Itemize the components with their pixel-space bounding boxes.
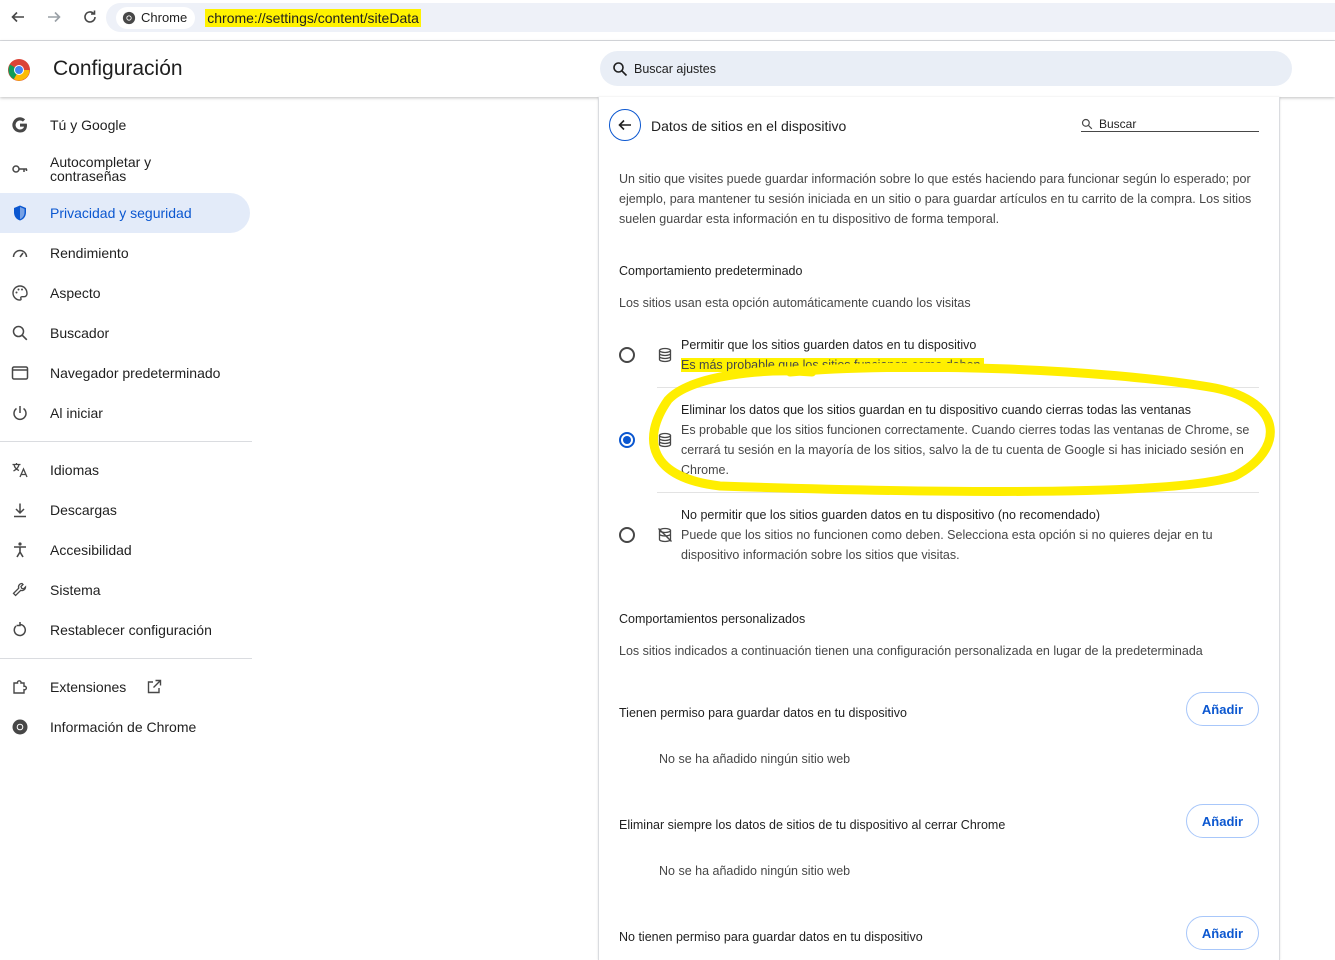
sidebar-item-reset[interactable]: Restablecer configuración bbox=[0, 610, 252, 650]
sidebar-item-label: Restablecer configuración bbox=[50, 622, 212, 638]
puzzle-icon bbox=[13, 680, 28, 694]
sidebar-item-appearance[interactable]: Aspecto bbox=[0, 273, 252, 313]
database-icon bbox=[658, 347, 672, 363]
search-icon bbox=[613, 61, 628, 76]
sidebar-item-label: Autocompletar y contraseñas bbox=[50, 154, 152, 184]
sidebar-item-autofill[interactable]: Autocompletar y contraseñas bbox=[0, 145, 252, 193]
sidebar-item-accessibility[interactable]: Accesibilidad bbox=[0, 530, 252, 570]
speedometer-icon bbox=[12, 249, 28, 258]
settings-search-input[interactable]: Buscar ajustes bbox=[600, 51, 1292, 86]
wrench-icon bbox=[12, 582, 27, 597]
sidebar-item-label: Navegador predeterminado bbox=[50, 365, 221, 381]
google-g-icon bbox=[12, 117, 27, 133]
option-allow-title: Permitir que los sitios guarden datos en… bbox=[681, 338, 977, 352]
site-chip-label: Chrome bbox=[141, 10, 188, 25]
site-data-card: Datos de sitios en el dispositivo Buscar… bbox=[598, 97, 1280, 960]
palette-icon bbox=[12, 285, 28, 301]
page-title: Configuración bbox=[53, 57, 183, 80]
sidebar-item-languages[interactable]: Idiomas bbox=[0, 450, 252, 490]
sidebar-item-label: Rendimiento bbox=[50, 245, 129, 261]
url-text[interactable]: chrome://settings/content/siteData bbox=[205, 8, 421, 27]
allowed-list-empty: No se ha añadido ningún sitio web bbox=[659, 752, 851, 766]
sidebar-item-label: Privacidad y seguridad bbox=[50, 205, 192, 221]
translate-icon bbox=[12, 463, 28, 478]
option-divider bbox=[657, 387, 1259, 388]
radio-clear-on-exit[interactable] bbox=[619, 432, 635, 448]
sidebar-item-system[interactable]: Sistema bbox=[0, 570, 252, 610]
sidebar-item-label: Sistema bbox=[50, 582, 101, 598]
chrome-logo-icon bbox=[8, 59, 30, 81]
back-button[interactable] bbox=[609, 109, 641, 141]
option-clear-title: Eliminar los datos que los sitios guarda… bbox=[681, 403, 1192, 417]
browser-toolbar: Chrome chrome://settings/content/siteDat… bbox=[0, 0, 1335, 34]
search-placeholder: Buscar ajustes bbox=[634, 61, 716, 76]
reload-icon[interactable] bbox=[72, 0, 108, 34]
sidebar-item-search-engine[interactable]: Buscador bbox=[0, 313, 252, 353]
back-arrow-icon bbox=[618, 119, 631, 131]
site-chip[interactable]: Chrome bbox=[116, 6, 196, 29]
key-icon bbox=[12, 165, 28, 173]
accessibility-icon bbox=[14, 542, 26, 558]
blocked-list-label: No tienen permiso para guardar datos en … bbox=[619, 930, 923, 944]
clear-on-exit-list-empty: No se ha añadido ningún sitio web bbox=[659, 864, 851, 878]
option-divider bbox=[657, 492, 1259, 493]
add-allowed-button[interactable]: Añadir bbox=[1186, 692, 1259, 726]
chrome-icon bbox=[122, 11, 136, 24]
highlighted-text: Es más probable que los sitios funcionen… bbox=[681, 358, 984, 372]
sidebar-item-label: Extensiones bbox=[50, 679, 127, 695]
sidebar-item-label: Buscador bbox=[50, 325, 110, 341]
sidebar-item-label: Accesibilidad bbox=[50, 542, 132, 558]
sidebar-item-label: Descargas bbox=[50, 502, 117, 518]
sidebar-item-label: Idiomas bbox=[50, 462, 100, 478]
sidebar-item-label: Aspecto bbox=[50, 285, 101, 301]
search-icon bbox=[1081, 118, 1093, 129]
back-arrow-icon[interactable] bbox=[0, 0, 36, 34]
sidebar-item-label: Al iniciar bbox=[50, 405, 103, 421]
subpage-title: Datos de sitios en el dispositivo bbox=[651, 118, 847, 134]
allowed-list-label: Tienen permiso para guardar datos en tu … bbox=[619, 706, 907, 720]
subpage-search-input[interactable]: Buscar bbox=[1081, 116, 1259, 132]
sidebar-item-you-and-google[interactable]: Tú y Google bbox=[0, 105, 252, 145]
add-clear-on-exit-button[interactable]: Añadir bbox=[1186, 804, 1259, 838]
sidebar-divider bbox=[0, 441, 252, 442]
shield-icon bbox=[14, 205, 26, 221]
browser-window-icon bbox=[11, 366, 29, 380]
default-behavior-heading: Comportamiento predeterminado bbox=[619, 264, 803, 278]
intro-text: Un sitio que visites puede guardar infor… bbox=[619, 172, 1252, 226]
settings-header: Configuración Buscar ajustes bbox=[0, 41, 1335, 97]
sidebar-item-on-startup[interactable]: Al iniciar bbox=[0, 393, 252, 433]
add-blocked-button[interactable]: Añadir bbox=[1186, 916, 1259, 950]
power-icon bbox=[13, 406, 27, 421]
external-link-icon[interactable] bbox=[146, 679, 162, 695]
address-bar[interactable]: Chrome chrome://settings/content/siteDat… bbox=[106, 3, 1335, 32]
search-icon bbox=[12, 325, 28, 341]
option-clear-desc: Es probable que los sitios funcionen cor… bbox=[681, 423, 1250, 477]
sidebar: Tú y Google Autocompletar y contraseñas … bbox=[0, 105, 252, 747]
option-allow-desc: Es más probable que los sitios funcionen… bbox=[681, 355, 1261, 375]
sidebar-item-extensions[interactable]: Extensiones bbox=[0, 667, 252, 707]
sidebar-item-downloads[interactable]: Descargas bbox=[0, 490, 252, 530]
default-behavior-desc: Los sitios usan esta opción automáticame… bbox=[619, 296, 971, 310]
sidebar-item-about-chrome[interactable]: Información de Chrome bbox=[0, 707, 252, 747]
subpage-search-placeholder: Buscar bbox=[1099, 116, 1137, 131]
sidebar-item-performance[interactable]: Rendimiento bbox=[0, 233, 252, 273]
sidebar-item-default-browser[interactable]: Navegador predeterminado bbox=[0, 353, 252, 393]
custom-behaviors-desc: Los sitios indicados a continuación tien… bbox=[619, 644, 1203, 658]
sidebar-item-privacy[interactable]: Privacidad y seguridad bbox=[0, 193, 250, 233]
database-icon bbox=[658, 432, 672, 448]
radio-allow[interactable] bbox=[619, 347, 635, 363]
reset-icon bbox=[13, 622, 26, 637]
option-block-title: No permitir que los sitios guarden datos… bbox=[681, 508, 1100, 522]
database-off-icon bbox=[658, 527, 672, 543]
chrome-icon bbox=[12, 719, 28, 735]
forward-arrow-icon[interactable] bbox=[36, 0, 72, 34]
sidebar-divider bbox=[0, 658, 252, 659]
custom-behaviors-heading: Comportamientos personalizados bbox=[619, 612, 806, 626]
download-icon bbox=[14, 503, 26, 518]
sidebar-item-label: Tú y Google bbox=[50, 117, 127, 133]
radio-block[interactable] bbox=[619, 527, 635, 543]
option-block-desc: Puede que los sitios no funcionen como d… bbox=[681, 528, 1213, 562]
sidebar-item-label: Información de Chrome bbox=[50, 719, 197, 735]
clear-on-exit-list-label: Eliminar siempre los datos de sitios de … bbox=[619, 818, 1006, 832]
